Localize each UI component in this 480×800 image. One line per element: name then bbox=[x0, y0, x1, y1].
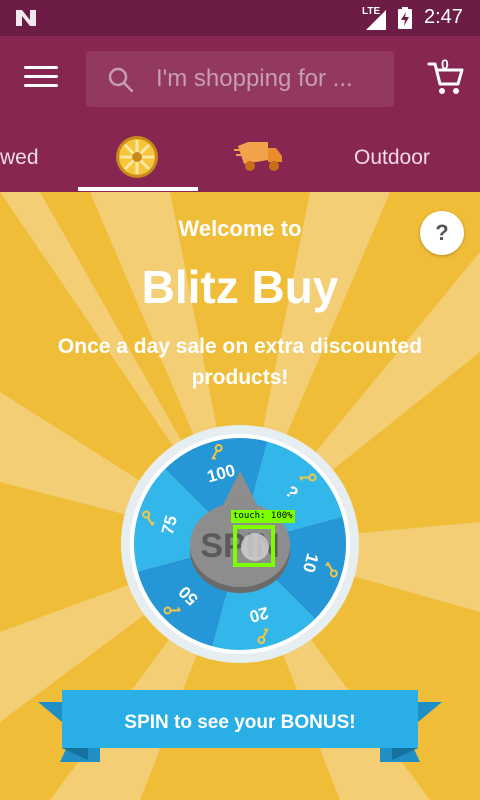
tab-selected-indicator bbox=[78, 187, 198, 191]
blitz-buy-panel: Welcome to Blitz Buy Once a day sale on … bbox=[0, 192, 480, 800]
app-bar: I'm shopping for ... 0 bbox=[0, 36, 480, 122]
page-title: Blitz Buy bbox=[141, 261, 339, 313]
delivery-truck-icon bbox=[234, 142, 282, 171]
android-n-logo-icon bbox=[16, 10, 36, 26]
search-icon bbox=[108, 67, 134, 93]
page-subtitle: Once a day sale on extra discounted prod… bbox=[57, 335, 423, 389]
welcome-text: Welcome to bbox=[178, 216, 302, 241]
banner-text: SPIN to see your BONUS! bbox=[124, 712, 356, 733]
menu-icon-line bbox=[24, 66, 58, 69]
search-input[interactable]: I'm shopping for ... bbox=[86, 51, 394, 107]
signal-icon bbox=[366, 10, 386, 30]
menu-icon-line bbox=[24, 75, 58, 78]
menu-icon-line bbox=[24, 84, 58, 87]
status-bar: LTE 2:47 bbox=[0, 0, 480, 36]
tab-label: wed bbox=[0, 146, 39, 169]
touch-indicator bbox=[233, 525, 275, 567]
menu-button[interactable] bbox=[24, 66, 58, 92]
tab-blitz-buy[interactable] bbox=[78, 122, 198, 192]
tab-label: Outdoor bbox=[354, 146, 430, 169]
touch-label: touch: 100% bbox=[231, 510, 295, 523]
tab-outdoor[interactable]: Outdoor bbox=[340, 122, 480, 192]
clock: 2:47 bbox=[424, 6, 463, 28]
cart-count-badge: 0 bbox=[441, 56, 449, 72]
spin-button[interactable]: SPIN touch: 100% bbox=[185, 465, 295, 595]
help-button[interactable]: ? bbox=[420, 211, 464, 255]
tab-delivery[interactable] bbox=[220, 122, 300, 192]
tab-viewed[interactable]: wed bbox=[0, 122, 60, 192]
search-placeholder: I'm shopping for ... bbox=[156, 65, 353, 92]
category-tabs: wed Outdoor bbox=[0, 122, 480, 192]
blitz-wheel-icon bbox=[116, 136, 158, 178]
battery-charging-icon bbox=[398, 7, 412, 29]
